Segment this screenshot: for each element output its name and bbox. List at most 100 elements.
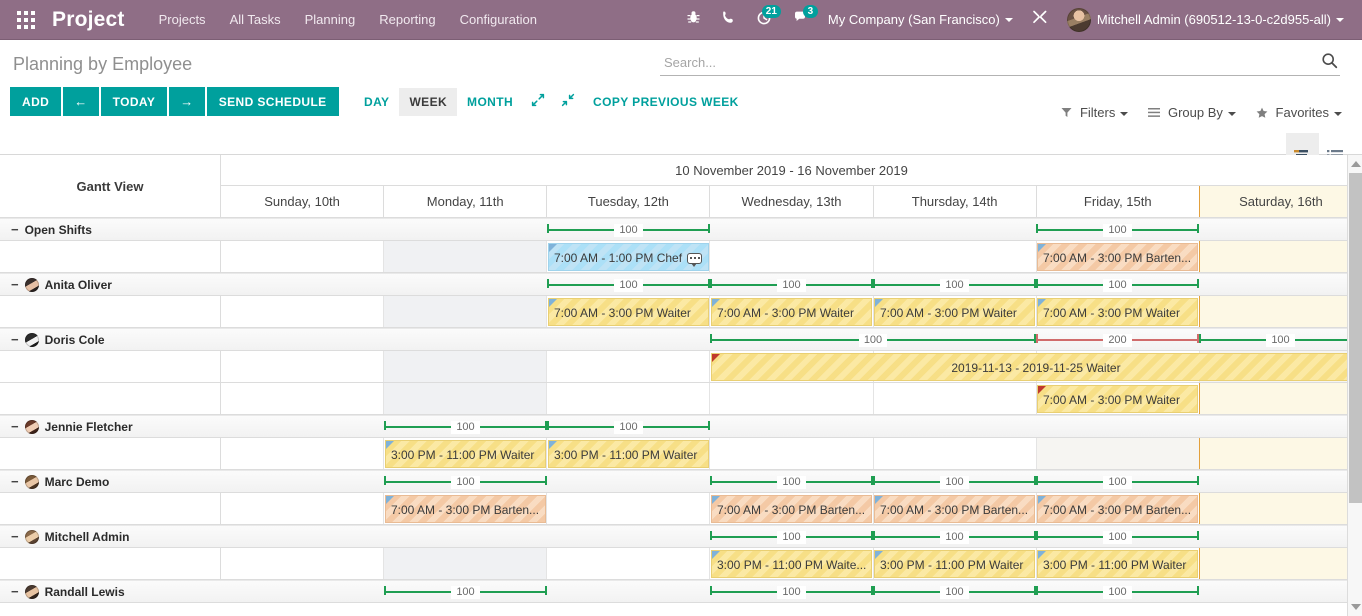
gantt-cell[interactable]	[1035, 438, 1199, 469]
gantt-cell[interactable]	[872, 383, 1036, 414]
menu-reporting[interactable]: Reporting	[367, 0, 447, 40]
gantt-shift-pill[interactable]: 7:00 AM - 3:00 PM Barten...	[873, 495, 1035, 523]
gantt-cell[interactable]	[221, 493, 383, 524]
gantt-cell[interactable]	[383, 383, 547, 414]
gantt-day-header[interactable]: Wednesday, 13th	[709, 186, 872, 217]
menu-projects[interactable]: Projects	[147, 0, 218, 40]
gantt-cell[interactable]	[1198, 296, 1362, 327]
gantt-slot-row[interactable]: 7:00 AM - 3:00 PM Barten... 7:00 AM - 3:0…	[0, 493, 1362, 525]
gantt-cell[interactable]	[709, 383, 872, 414]
scale-week[interactable]: WEEK	[399, 87, 458, 116]
activity-clock-icon[interactable]: 21	[746, 0, 783, 40]
gantt-cell[interactable]	[221, 548, 383, 579]
menu-configuration[interactable]: Configuration	[448, 0, 549, 40]
gantt-day-header[interactable]: Tuesday, 12th	[546, 186, 709, 217]
add-button[interactable]: ADD	[10, 87, 62, 116]
gantt-cell[interactable]	[383, 296, 547, 327]
bug-icon[interactable]	[676, 0, 711, 40]
collapse-minus-icon[interactable]: −	[11, 474, 19, 489]
gantt-cell[interactable]	[221, 241, 383, 272]
gantt-cell[interactable]	[221, 383, 383, 414]
filters-dropdown[interactable]: Filters	[1051, 101, 1138, 124]
menu-planning[interactable]: Planning	[293, 0, 368, 40]
gantt-shift-pill[interactable]: 7:00 AM - 3:00 PM Waiter	[711, 298, 872, 326]
gantt-cell[interactable]	[546, 383, 709, 414]
expand-arrows-icon[interactable]	[523, 87, 553, 116]
gantt-shift-pill[interactable]: 7:00 AM - 3:00 PM Waiter	[1037, 298, 1198, 326]
gantt-group-row[interactable]: − Open Shifts 100 100	[0, 218, 1362, 241]
gantt-cell[interactable]	[709, 438, 872, 469]
send-schedule-button[interactable]: SEND SCHEDULE	[206, 87, 339, 116]
gantt-cell[interactable]	[383, 241, 547, 272]
gantt-shift-pill[interactable]: 7:00 AM - 3:00 PM Barten...	[1037, 495, 1198, 523]
gantt-shift-pill[interactable]: 7:00 AM - 3:00 PM Waiter	[1037, 385, 1198, 413]
gantt-cell[interactable]	[872, 438, 1036, 469]
gantt-slot-row[interactable]: 3:00 PM - 11:00 PM Waiter 3:00 PM - 11:00…	[0, 438, 1362, 470]
gantt-shift-pill[interactable]: 7:00 AM - 3:00 PM Waiter	[873, 298, 1035, 326]
phone-icon[interactable]	[711, 0, 746, 40]
collapse-minus-icon[interactable]: −	[11, 222, 19, 237]
gantt-cell[interactable]	[1198, 438, 1362, 469]
messages-icon[interactable]: 3	[783, 0, 820, 40]
today-button[interactable]: TODAY	[100, 87, 168, 116]
collapse-minus-icon[interactable]: −	[11, 419, 19, 434]
gantt-shift-pill[interactable]: 3:00 PM - 11:00 PM Waiter	[547, 440, 709, 468]
gantt-slot-row[interactable]: 7:00 AM - 3:00 PM Waiter 7:00 AM - 3:00 P…	[0, 296, 1362, 328]
scrollbar-thumb[interactable]	[1349, 173, 1362, 503]
gantt-cell[interactable]	[221, 438, 383, 469]
gantt-shift-pill[interactable]: 7:00 AM - 3:00 PM Barten...	[711, 495, 872, 523]
gantt-cell[interactable]	[1198, 241, 1362, 272]
gantt-group-row[interactable]: − Jennie Fletcher 100 100	[0, 415, 1362, 438]
collapse-minus-icon[interactable]: −	[11, 529, 19, 544]
scale-day[interactable]: DAY	[354, 88, 399, 116]
gantt-group-row[interactable]: − Anita Oliver 100 100 100 100	[0, 273, 1362, 296]
next-period-button[interactable]: →	[169, 87, 205, 116]
gantt-group-row[interactable]: − Marc Demo 100 100 100 100	[0, 470, 1362, 493]
gantt-cell[interactable]	[1198, 493, 1362, 524]
gantt-cell[interactable]	[221, 351, 383, 382]
gantt-cell[interactable]	[872, 241, 1036, 272]
gantt-cell[interactable]	[1198, 383, 1362, 414]
gantt-shift-pill[interactable]: 2019-11-13 - 2019-11-25 Waiter	[711, 353, 1361, 381]
collapse-minus-icon[interactable]: −	[11, 584, 19, 599]
gantt-group-row[interactable]: − Mitchell Admin 100 100 100	[0, 525, 1362, 548]
gantt-shift-pill[interactable]: 7:00 AM - 3:00 PM Barten...	[384, 495, 546, 523]
search-icon[interactable]	[1321, 52, 1338, 73]
gantt-cell[interactable]	[1198, 548, 1362, 579]
gantt-day-header[interactable]: Monday, 11th	[383, 186, 546, 217]
group-by-dropdown[interactable]: Group By	[1138, 101, 1246, 124]
gantt-shift-pill[interactable]: 3:00 PM - 11:00 PM Waiter	[873, 550, 1035, 578]
wrench-tools-icon[interactable]	[1021, 0, 1059, 40]
gantt-day-header[interactable]: Thursday, 14th	[872, 186, 1036, 217]
gantt-shift-pill[interactable]: 3:00 PM - 11:00 PM Waite...	[711, 550, 872, 578]
scroll-up-icon[interactable]	[1351, 161, 1361, 167]
gantt-day-header[interactable]: Saturday, 16th	[1198, 186, 1362, 217]
gantt-cell[interactable]	[383, 351, 547, 382]
gantt-cell[interactable]	[546, 493, 709, 524]
gantt-day-header[interactable]: Friday, 15th	[1035, 186, 1199, 217]
scale-month[interactable]: MONTH	[457, 88, 523, 116]
gantt-cell[interactable]	[221, 296, 383, 327]
gantt-shift-pill[interactable]: 7:00 AM - 1:00 PM Chef	[547, 243, 709, 271]
gantt-shift-pill[interactable]: 3:00 PM - 11:00 PM Waiter	[1037, 550, 1198, 578]
search-input[interactable]	[660, 52, 1340, 76]
gantt-slot-row[interactable]: 7:00 AM - 1:00 PM Chef 7:00 AM - 3:00 PM …	[0, 241, 1362, 273]
gantt-slot-row[interactable]: 2019-11-13 - 2019-11-25 Waiter	[0, 351, 1362, 383]
brand-title[interactable]: Project	[52, 8, 147, 32]
apps-grid-icon[interactable]	[0, 10, 52, 29]
menu-all-tasks[interactable]: All Tasks	[218, 0, 293, 40]
gantt-shift-pill[interactable]: 7:00 AM - 3:00 PM Barten...	[1037, 243, 1198, 271]
prev-period-button[interactable]: ←	[63, 87, 99, 116]
gantt-day-header[interactable]: Sunday, 10th	[221, 186, 383, 217]
gantt-slot-row[interactable]: 3:00 PM - 11:00 PM Waite... 3:00 PM - 11:…	[0, 548, 1362, 580]
scroll-down-icon[interactable]	[1351, 604, 1361, 610]
gantt-shift-pill[interactable]: 3:00 PM - 11:00 PM Waiter	[384, 440, 546, 468]
gantt-cell[interactable]	[546, 548, 709, 579]
vertical-scrollbar[interactable]	[1347, 155, 1362, 616]
gantt-cell[interactable]	[709, 241, 872, 272]
collapse-minus-icon[interactable]: −	[11, 332, 19, 347]
collapse-minus-icon[interactable]: −	[11, 277, 19, 292]
company-switcher[interactable]: My Company (San Francisco)	[820, 0, 1021, 40]
user-menu[interactable]: Mitchell Admin (690512-13-0-c2d955-all)	[1059, 0, 1352, 40]
favorites-dropdown[interactable]: Favorites	[1246, 101, 1352, 124]
